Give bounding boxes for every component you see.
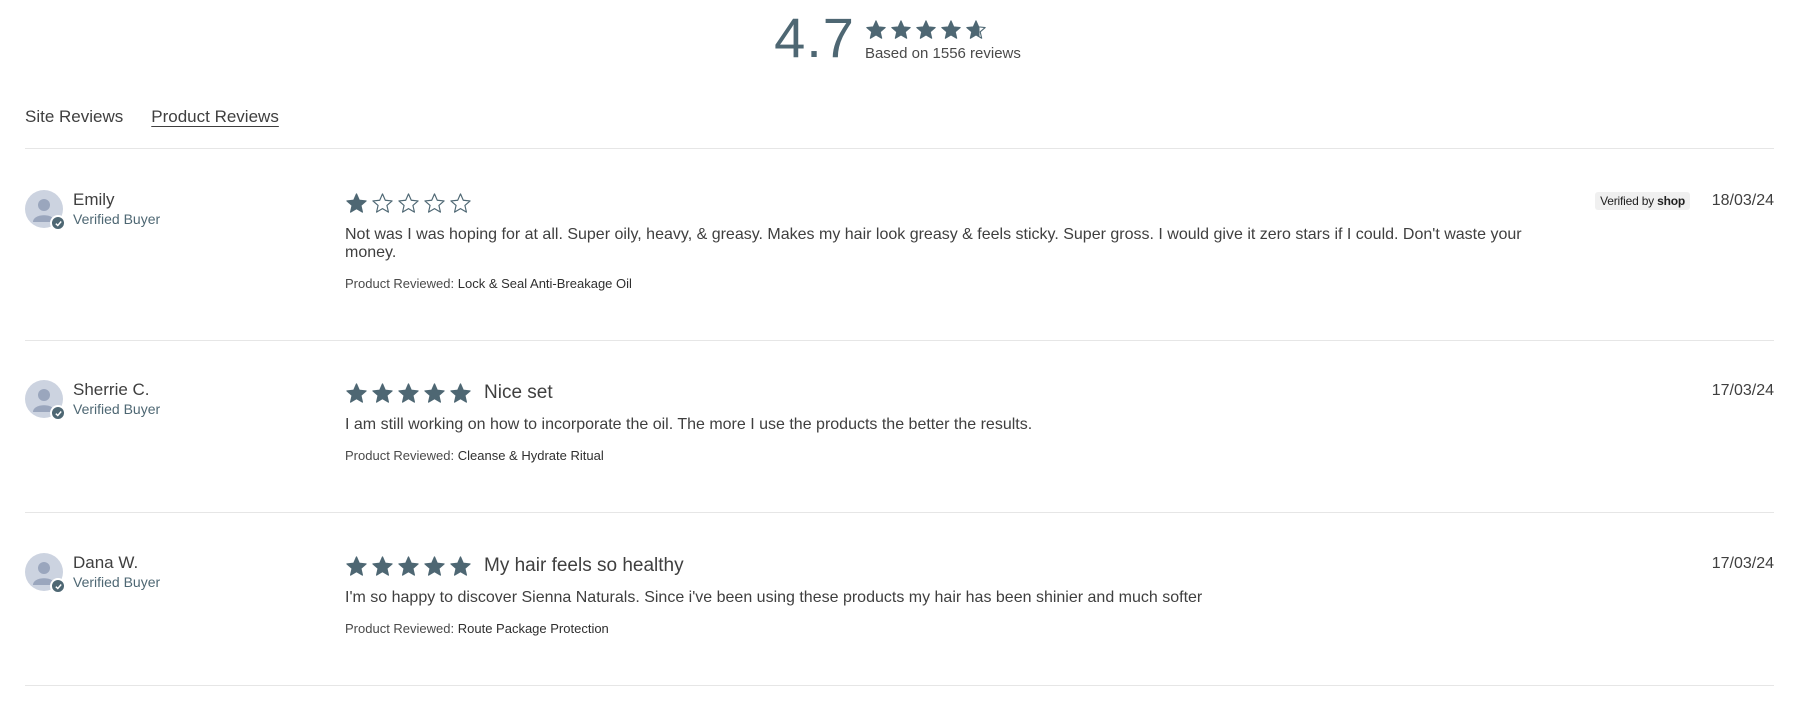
verified-buyer-badge: Verified Buyer	[73, 574, 161, 591]
star-filled-icon	[915, 19, 937, 41]
tab-product-reviews[interactable]: Product Reviews	[151, 107, 279, 129]
verified-check-icon	[50, 405, 66, 421]
review-count: Based on 1556 reviews	[864, 44, 1021, 62]
star-empty-icon	[423, 192, 446, 215]
avatar	[25, 380, 66, 421]
star-filled-icon	[371, 555, 394, 578]
rating-summary: 4.7 Based on 1556 reviews	[0, 10, 1795, 66]
star-filled-icon	[345, 382, 368, 405]
product-reviewed: Product Reviewed: Route Package Protecti…	[345, 621, 1545, 636]
product-name[interactable]: Cleanse & Hydrate Ritual	[458, 448, 604, 463]
review-date: 17/03/24	[1711, 555, 1774, 572]
divider	[25, 512, 1774, 513]
tab-site-reviews[interactable]: Site Reviews	[25, 107, 123, 129]
star-filled-icon	[371, 382, 394, 405]
star-empty-icon	[397, 192, 420, 215]
review-body: My hair feels so healthy I'm so happy to…	[345, 553, 1545, 636]
review-stars	[345, 190, 1545, 216]
divider	[25, 340, 1774, 341]
star-empty-icon	[449, 192, 472, 215]
star-filled-icon	[423, 555, 446, 578]
review-text: I am still working on how to incorporate…	[345, 416, 1033, 433]
product-reviewed-label: Product Reviewed:	[345, 621, 455, 636]
avatar	[25, 553, 66, 594]
review-stars: Nice set	[345, 380, 1545, 406]
star-filled-icon	[345, 192, 368, 215]
verified-check-icon	[50, 578, 66, 594]
summary-meta: Based on 1556 reviews	[865, 15, 1021, 62]
star-half-icon	[965, 19, 987, 41]
review-body: Not was I was hoping for at all. Super o…	[345, 190, 1545, 291]
review-date: 18/03/24	[1711, 192, 1774, 209]
review-tabs: Site Reviews Product Reviews	[25, 107, 279, 129]
reviewer-name: Sherrie C.	[73, 379, 150, 399]
verified-by-shop-badge: Verified by shop	[1595, 192, 1690, 210]
star-filled-icon	[940, 19, 962, 41]
review-date: 17/03/24	[1711, 382, 1774, 399]
verified-check-icon	[50, 215, 66, 231]
product-reviewed-label: Product Reviewed:	[345, 448, 455, 463]
reviewer-name: Dana W.	[73, 552, 139, 572]
review-body: Nice set I am still working on how to in…	[345, 380, 1545, 463]
average-rating: 4.7	[774, 6, 855, 69]
star-filled-icon	[449, 382, 472, 405]
summary-stars	[865, 19, 987, 41]
star-filled-icon	[865, 19, 887, 41]
reviews-page: 4.7 Based on 1556 reviews Site Reviews P…	[0, 0, 1795, 703]
shop-brand: shop	[1657, 194, 1685, 208]
divider	[25, 148, 1774, 149]
verified-buyer-badge: Verified Buyer	[73, 401, 161, 418]
star-filled-icon	[423, 382, 446, 405]
review-title: My hair feels so healthy	[484, 555, 684, 576]
review-text: Not was I was hoping for at all. Super o…	[345, 226, 1522, 261]
star-filled-icon	[890, 19, 912, 41]
review-stars: My hair feels so healthy	[345, 553, 1545, 579]
star-filled-icon	[397, 555, 420, 578]
star-empty-icon	[371, 192, 394, 215]
reviewer: Sherrie C. Verified Buyer	[25, 379, 161, 421]
review-title: Nice set	[484, 382, 553, 403]
star-filled-icon	[345, 555, 368, 578]
star-filled-icon	[397, 382, 420, 405]
reviewer: Emily Verified Buyer	[25, 189, 161, 231]
reviewer: Dana W. Verified Buyer	[25, 552, 161, 594]
product-reviewed: Product Reviewed: Cleanse & Hydrate Ritu…	[345, 448, 1545, 463]
avatar	[25, 190, 66, 231]
star-filled-icon	[449, 555, 472, 578]
review-text: I'm so happy to discover Sienna Naturals…	[345, 589, 1203, 606]
verified-buyer-badge: Verified Buyer	[73, 211, 161, 228]
product-name[interactable]: Route Package Protection	[458, 621, 609, 636]
product-name[interactable]: Lock & Seal Anti-Breakage Oil	[458, 276, 632, 291]
divider	[25, 685, 1774, 686]
product-reviewed: Product Reviewed: Lock & Seal Anti-Break…	[345, 276, 1545, 291]
verified-by-label: Verified by	[1600, 194, 1654, 208]
reviewer-name: Emily	[73, 189, 115, 209]
product-reviewed-label: Product Reviewed:	[345, 276, 455, 291]
